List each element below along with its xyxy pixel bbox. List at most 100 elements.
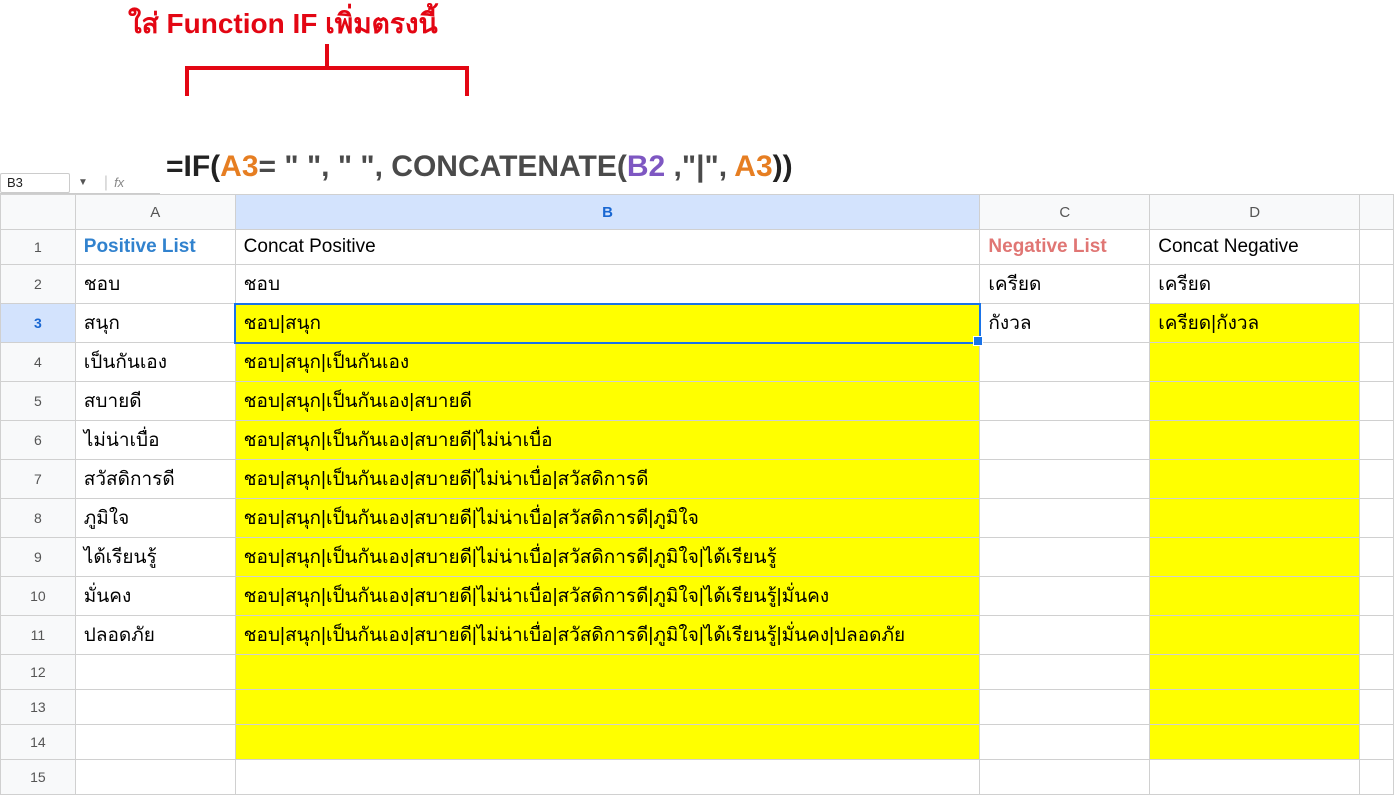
cell[interactable] (1150, 577, 1360, 616)
cell[interactable]: เครียด|กังวล (1150, 304, 1360, 343)
cell[interactable] (235, 725, 980, 760)
row-num[interactable]: 7 (1, 460, 76, 499)
cell[interactable] (980, 616, 1150, 655)
cell[interactable] (980, 690, 1150, 725)
name-box[interactable] (0, 173, 70, 193)
cell[interactable] (235, 655, 980, 690)
cell[interactable] (980, 343, 1150, 382)
row-num[interactable]: 12 (1, 655, 76, 690)
cell[interactable]: Positive List (75, 230, 235, 265)
cell[interactable] (1150, 760, 1360, 795)
row-num[interactable]: 6 (1, 421, 76, 460)
cell[interactable]: ชอบ|สนุก|เป็นกันเอง|สบายดี (235, 382, 980, 421)
cell[interactable] (980, 538, 1150, 577)
cell[interactable]: ภูมิใจ (75, 499, 235, 538)
row-num[interactable]: 11 (1, 616, 76, 655)
cell[interactable]: สนุก (75, 304, 235, 343)
cell[interactable] (1360, 725, 1394, 760)
cell[interactable] (1150, 725, 1360, 760)
cell[interactable] (1150, 616, 1360, 655)
cell[interactable] (75, 690, 235, 725)
cell[interactable] (980, 460, 1150, 499)
cell[interactable] (1360, 382, 1394, 421)
cell[interactable] (1360, 230, 1394, 265)
cell[interactable] (1360, 460, 1394, 499)
cell[interactable]: ชอบ (235, 265, 980, 304)
cell[interactable] (1360, 304, 1394, 343)
cell[interactable]: สบายดี (75, 382, 235, 421)
row-num[interactable]: 14 (1, 725, 76, 760)
cell[interactable] (980, 382, 1150, 421)
row-num[interactable]: 5 (1, 382, 76, 421)
cell[interactable] (1360, 538, 1394, 577)
cell[interactable] (980, 655, 1150, 690)
cell[interactable] (1360, 343, 1394, 382)
cell[interactable] (1150, 538, 1360, 577)
col-header-b[interactable]: B (235, 195, 980, 230)
cell[interactable] (1360, 655, 1394, 690)
row-num[interactable]: 2 (1, 265, 76, 304)
cell[interactable] (1150, 382, 1360, 421)
cell[interactable]: ชอบ|สนุก|เป็นกันเอง|สบายดี|ไม่น่าเบื่อ|ส… (235, 616, 980, 655)
row-num[interactable]: 4 (1, 343, 76, 382)
cell[interactable] (980, 725, 1150, 760)
cell[interactable] (980, 421, 1150, 460)
cell[interactable] (75, 655, 235, 690)
cell[interactable] (1150, 655, 1360, 690)
row-num[interactable]: 15 (1, 760, 76, 795)
name-box-dropdown-icon[interactable]: ▼ (78, 177, 88, 188)
col-header-c[interactable]: C (980, 195, 1150, 230)
cell[interactable]: ไม่น่าเบื่อ (75, 421, 235, 460)
cell[interactable]: ปลอดภัย (75, 616, 235, 655)
cell[interactable]: ชอบ|สนุก|เป็นกันเอง|สบายดี|ไม่น่าเบื่อ|ส… (235, 538, 980, 577)
row-num[interactable]: 3 (1, 304, 76, 343)
cell[interactable] (1360, 577, 1394, 616)
cell[interactable]: เป็นกันเอง (75, 343, 235, 382)
row-num[interactable]: 10 (1, 577, 76, 616)
cell[interactable]: ได้เรียนรู้ (75, 538, 235, 577)
cell[interactable] (980, 499, 1150, 538)
cell[interactable] (1360, 760, 1394, 795)
cell[interactable] (1360, 265, 1394, 304)
row-num[interactable]: 1 (1, 230, 76, 265)
cell[interactable]: Concat Negative (1150, 230, 1360, 265)
cell[interactable] (1360, 499, 1394, 538)
cell[interactable]: ชอบ|สนุก|เป็นกันเอง|สบายดี|ไม่น่าเบื่อ|ส… (235, 577, 980, 616)
cell[interactable] (235, 760, 980, 795)
cell[interactable] (1360, 421, 1394, 460)
cell[interactable] (1150, 460, 1360, 499)
cell[interactable]: ชอบ|สนุก|เป็นกันเอง (235, 343, 980, 382)
cell-selected[interactable]: ชอบ|สนุก (235, 304, 980, 343)
cell[interactable] (1150, 690, 1360, 725)
cell[interactable]: เครียด (980, 265, 1150, 304)
col-header-e[interactable] (1360, 195, 1394, 230)
fx-label[interactable]: fx (114, 175, 124, 190)
cell[interactable] (980, 760, 1150, 795)
cell[interactable]: ชอบ|สนุก|เป็นกันเอง|สบายดี|ไม่น่าเบื่อ|ส… (235, 499, 980, 538)
col-header-d[interactable]: D (1150, 195, 1360, 230)
row-num[interactable]: 9 (1, 538, 76, 577)
col-header-a[interactable]: A (75, 195, 235, 230)
cell[interactable]: ชอบ|สนุก|เป็นกันเอง|สบายดี|ไม่น่าเบื่อ (235, 421, 980, 460)
select-all-corner[interactable] (1, 195, 76, 230)
cell[interactable]: มั่นคง (75, 577, 235, 616)
cell[interactable]: กังวล (980, 304, 1150, 343)
cell[interactable] (1360, 616, 1394, 655)
cell[interactable] (1360, 690, 1394, 725)
cell[interactable] (1150, 343, 1360, 382)
row-num[interactable]: 13 (1, 690, 76, 725)
cell[interactable] (75, 760, 235, 795)
cell[interactable]: สวัสดิการดี (75, 460, 235, 499)
row-num[interactable]: 8 (1, 499, 76, 538)
cell[interactable] (1150, 499, 1360, 538)
cell[interactable]: ชอบ (75, 265, 235, 304)
cell[interactable] (75, 725, 235, 760)
cell[interactable] (1150, 421, 1360, 460)
cell[interactable] (235, 690, 980, 725)
cell[interactable]: ชอบ|สนุก|เป็นกันเอง|สบายดี|ไม่น่าเบื่อ|ส… (235, 460, 980, 499)
spreadsheet-grid[interactable]: A B C D 1 Positive List Concat Positive … (0, 194, 1394, 795)
cell[interactable]: เครียด (1150, 265, 1360, 304)
cell[interactable] (980, 577, 1150, 616)
cell[interactable]: Concat Positive (235, 230, 980, 265)
cell[interactable]: Negative List (980, 230, 1150, 265)
